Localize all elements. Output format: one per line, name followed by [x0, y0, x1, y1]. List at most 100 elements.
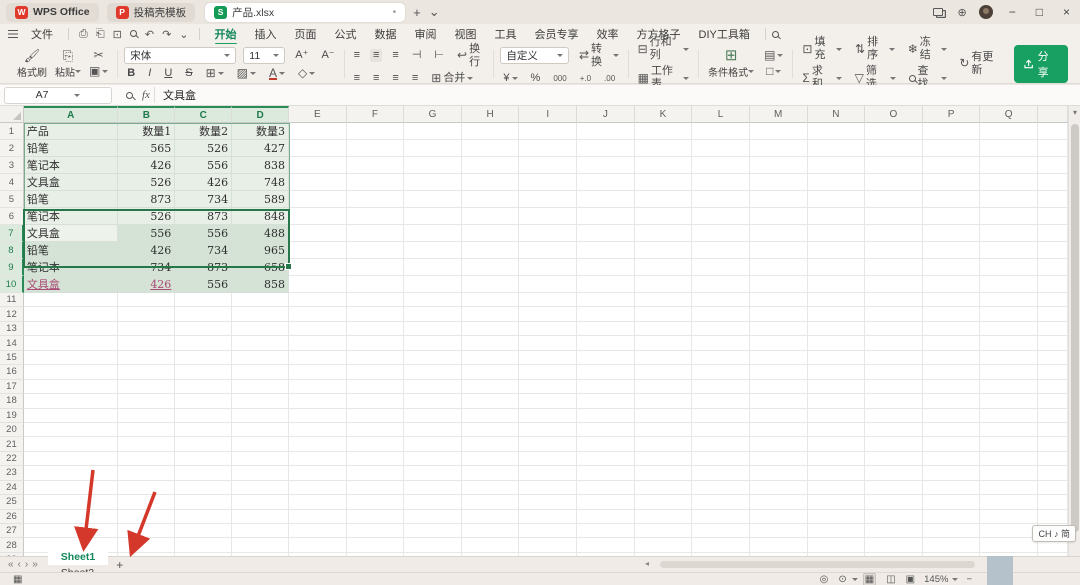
cell-J25[interactable] — [577, 495, 635, 509]
cell-A10[interactable]: 文具盒 — [24, 276, 119, 293]
cell-H26[interactable] — [462, 510, 520, 524]
cell-H3[interactable] — [462, 157, 520, 174]
cell-Q16[interactable] — [980, 365, 1038, 379]
cell-A22[interactable] — [24, 452, 119, 466]
scrollbar-top-icon[interactable]: ▾ — [1069, 108, 1080, 117]
cell-B3[interactable]: 426 — [118, 157, 175, 174]
cell-E25[interactable] — [289, 495, 347, 509]
cell-R2[interactable] — [1038, 140, 1068, 157]
fill-button[interactable]: ⊡填充 — [799, 36, 845, 62]
cell-G26[interactable] — [404, 510, 462, 524]
row-header-23[interactable]: 23 — [0, 466, 24, 480]
cell-A4[interactable]: 文具盒 — [24, 174, 119, 191]
column-header-J[interactable]: J — [577, 106, 635, 123]
cell-P16[interactable] — [923, 365, 981, 379]
cell-M5[interactable] — [750, 191, 808, 208]
preview-icon[interactable] — [130, 28, 137, 40]
cell-Q3[interactable] — [980, 157, 1038, 174]
convert-button[interactable]: ⇄转换 — [576, 43, 622, 69]
column-header-E[interactable]: E — [289, 106, 347, 123]
cell-I16[interactable] — [519, 365, 577, 379]
cell-H18[interactable] — [462, 394, 520, 408]
cell-M4[interactable] — [750, 174, 808, 191]
cell-F10[interactable] — [347, 276, 405, 293]
column-header-N[interactable]: N — [808, 106, 866, 123]
select-all-corner[interactable] — [0, 106, 24, 123]
cell-D25[interactable] — [232, 495, 289, 509]
tab-close-dot[interactable]: • — [393, 7, 397, 18]
cell-K9[interactable] — [635, 259, 693, 276]
cell-I26[interactable] — [519, 510, 577, 524]
cell-M23[interactable] — [750, 466, 808, 480]
paste-button[interactable]: ⎘ 粘贴 — [50, 49, 86, 79]
menu-tab-数据[interactable]: 数据 — [366, 27, 406, 43]
cell-A16[interactable] — [24, 365, 119, 379]
cell-J4[interactable] — [577, 174, 635, 191]
cell-M16[interactable] — [750, 365, 808, 379]
cell-F28[interactable] — [347, 538, 405, 552]
tab-list-dropdown[interactable]: ⌄ — [429, 4, 440, 20]
cell-C19[interactable] — [175, 409, 232, 423]
cell-L4[interactable] — [692, 174, 750, 191]
cell-I14[interactable] — [519, 336, 577, 350]
cell-B2[interactable]: 565 — [118, 140, 175, 157]
cell-Q26[interactable] — [980, 510, 1038, 524]
row-header-4[interactable]: 4 — [0, 174, 24, 191]
cell-K13[interactable] — [635, 322, 693, 336]
cell-I5[interactable] — [519, 191, 577, 208]
cell-O9[interactable] — [865, 259, 923, 276]
cell-Q12[interactable] — [980, 307, 1038, 321]
cell-E8[interactable] — [289, 242, 347, 259]
cell-H6[interactable] — [462, 208, 520, 225]
sheet-tab-Sheet1[interactable]: Sheet1 — [48, 549, 108, 565]
cell-J10[interactable] — [577, 276, 635, 293]
cell-B22[interactable] — [118, 452, 175, 466]
cell-Q17[interactable] — [980, 380, 1038, 394]
cell-A19[interactable] — [24, 409, 119, 423]
cell-J7[interactable] — [577, 225, 635, 242]
cell-G8[interactable] — [404, 242, 462, 259]
cell-H4[interactable] — [462, 174, 520, 191]
cell-R1[interactable] — [1038, 123, 1068, 140]
cell-O10[interactable] — [865, 276, 923, 293]
cell-L24[interactable] — [692, 481, 750, 495]
cell-O26[interactable] — [865, 510, 923, 524]
cell-O15[interactable] — [865, 351, 923, 365]
cell-P17[interactable] — [923, 380, 981, 394]
cell-P23[interactable] — [923, 466, 981, 480]
cell-Q11[interactable] — [980, 293, 1038, 307]
cell-P18[interactable] — [923, 394, 981, 408]
row-header-14[interactable]: 14 — [0, 336, 24, 350]
cell-G14[interactable] — [404, 336, 462, 350]
cell-N27[interactable] — [808, 524, 866, 538]
cell-M25[interactable] — [750, 495, 808, 509]
menu-tab-效率[interactable]: 效率 — [588, 27, 628, 43]
cell-D1[interactable]: 数量3 — [232, 123, 289, 140]
cell-B6[interactable]: 526 — [118, 208, 175, 225]
save-icon[interactable]: ⎙ — [79, 28, 88, 41]
cell-P5[interactable] — [923, 191, 981, 208]
cell-H8[interactable] — [462, 242, 520, 259]
cell-E27[interactable] — [289, 524, 347, 538]
cell-O1[interactable] — [865, 123, 923, 140]
cell-I17[interactable] — [519, 380, 577, 394]
cell-B15[interactable] — [118, 351, 175, 365]
cell-K2[interactable] — [635, 140, 693, 157]
cell-D10[interactable]: 858 — [232, 276, 289, 293]
cell-Q20[interactable] — [980, 423, 1038, 437]
cell-G17[interactable] — [404, 380, 462, 394]
cell-N16[interactable] — [808, 365, 866, 379]
cell-Q1[interactable] — [980, 123, 1038, 140]
menu-tab-审阅[interactable]: 审阅 — [406, 27, 446, 43]
cell-C22[interactable] — [175, 452, 232, 466]
new-tab-button[interactable]: + — [413, 5, 421, 20]
cell-H17[interactable] — [462, 380, 520, 394]
cell-K14[interactable] — [635, 336, 693, 350]
cell-I9[interactable] — [519, 259, 577, 276]
cell-B13[interactable] — [118, 322, 175, 336]
column-header-K[interactable]: K — [635, 106, 693, 123]
cell-A9[interactable]: 笔记本 — [24, 259, 119, 276]
cell-A2[interactable]: 铅笔 — [24, 140, 119, 157]
cell-O3[interactable] — [865, 157, 923, 174]
cell-H7[interactable] — [462, 225, 520, 242]
